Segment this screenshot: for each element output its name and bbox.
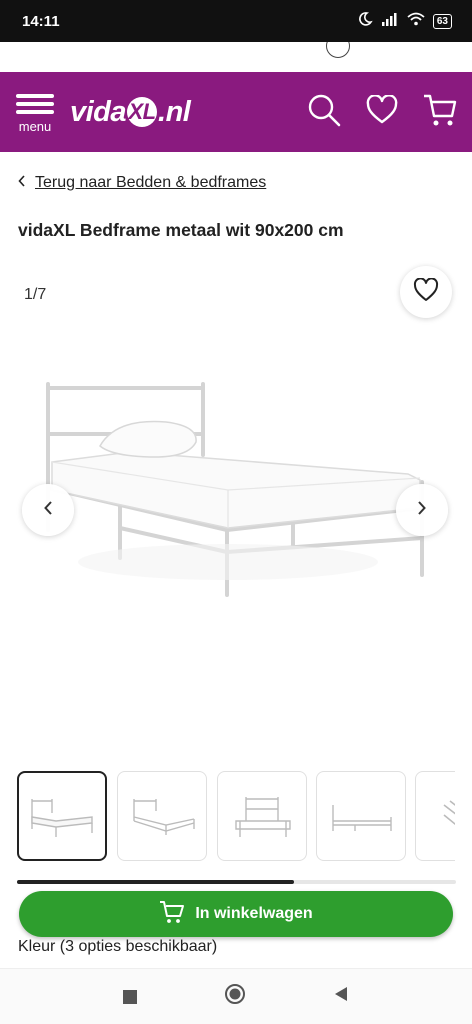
status-bar: 14:11 63 (0, 0, 472, 42)
scrolled-off-badge (326, 42, 350, 58)
status-icons: 63 (357, 11, 452, 31)
logo-mark: XL (127, 97, 158, 127)
product-title: vidaXL Bedframe metaal wit 90x200 cm (18, 220, 344, 240)
product-main-image[interactable] (18, 330, 454, 750)
heart-icon (413, 276, 439, 307)
scrolled-off-banner: ​ (0, 42, 472, 72)
site-header: menu vida XL .nl (0, 72, 472, 152)
payment-logo-icon (326, 42, 350, 58)
chevron-right-icon (417, 500, 427, 521)
chevron-left-icon (18, 174, 26, 192)
menu-icon (16, 90, 54, 118)
cart-icon (159, 899, 185, 930)
menu-button[interactable]: menu (14, 90, 56, 134)
breadcrumb: Terug naar Bedden & bedframes (18, 174, 266, 192)
system-navigation-bar (0, 968, 472, 1024)
image-counter: 1/7 (24, 286, 47, 303)
moon-icon (357, 11, 373, 31)
thumbnail-4[interactable] (316, 771, 406, 861)
vidaxl-logo[interactable]: vida XL .nl (70, 95, 191, 129)
back-to-category-link[interactable]: Terug naar Bedden & bedframes (35, 174, 266, 192)
battery-icon: 63 (432, 13, 452, 29)
cart-icon[interactable] (422, 92, 458, 133)
logo-prefix: vida (70, 95, 127, 128)
logo-suffix: .nl (158, 95, 191, 128)
recents-square-icon[interactable] (123, 989, 138, 1004)
thumbnail-3[interactable] (217, 771, 307, 861)
next-image-button[interactable] (396, 484, 448, 536)
thumbnail-1[interactable] (17, 771, 107, 861)
wishlist-heart-icon[interactable] (366, 93, 398, 130)
add-to-cart-button[interactable]: In winkelwagen (19, 891, 453, 937)
signal-icon (381, 12, 399, 30)
back-triangle-icon[interactable] (333, 986, 349, 1007)
add-to-cart-label: In winkelwagen (195, 905, 313, 922)
thumbnail-scroll-indicator (17, 880, 456, 884)
wifi-icon (407, 12, 425, 30)
thumbnail-2[interactable] (117, 771, 207, 861)
status-time: 14:11 (22, 12, 60, 30)
search-icon[interactable] (306, 92, 342, 133)
chevron-left-icon (43, 500, 53, 521)
previous-image-button[interactable] (22, 484, 74, 536)
home-circle-icon[interactable] (224, 983, 246, 1010)
header-actions (306, 92, 458, 133)
add-to-wishlist-button[interactable] (400, 266, 452, 318)
color-options-label: Kleur (3 opties beschikbaar) (18, 938, 218, 955)
menu-label: menu (18, 119, 52, 134)
thumbnail-strip (17, 771, 455, 863)
thumbnail-scroll-fill (17, 880, 294, 884)
thumbnail-5[interactable] (415, 771, 455, 861)
